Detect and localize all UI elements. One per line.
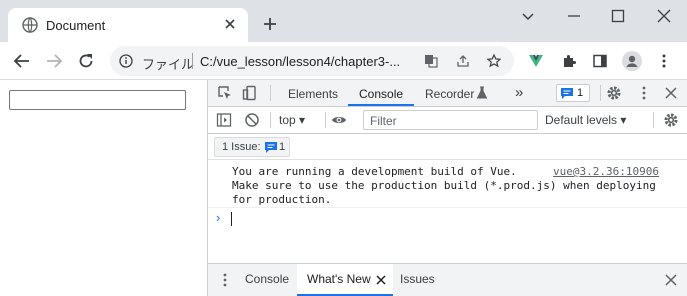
- sidebar-toggle-icon[interactable]: [216, 112, 232, 128]
- context-selector[interactable]: top ▾: [279, 113, 305, 127]
- drawer-tab-whats-new[interactable]: What's New: [297, 264, 393, 296]
- tab-console[interactable]: Console: [359, 87, 403, 101]
- log-source-link[interactable]: vue@3.2.36:10906: [553, 165, 659, 179]
- profile-avatar-icon[interactable]: [622, 51, 642, 71]
- issue-message-icon: [561, 88, 573, 99]
- close-drawer-tab-icon[interactable]: [375, 274, 387, 286]
- tab-title: Document: [46, 18, 106, 33]
- extensions-puzzle-icon[interactable]: [561, 53, 577, 69]
- title-bar: Document: [0, 0, 687, 42]
- maximize-icon[interactable]: [610, 8, 626, 24]
- drawer-tab-issues[interactable]: Issues: [400, 272, 435, 286]
- console-log-entry: You are running a development build of V…: [208, 160, 687, 208]
- console-toolbar: top ▾ Filter Default levels ▾: [208, 107, 687, 134]
- translate-icon[interactable]: [424, 54, 438, 68]
- devtools-tab-bar: Elements Console Recorder » 1: [208, 80, 687, 107]
- drawer-tab-console[interactable]: Console: [245, 272, 289, 286]
- chevron-down-icon[interactable]: [520, 8, 536, 24]
- page-viewport: [0, 80, 207, 296]
- minimize-icon[interactable]: [566, 8, 582, 24]
- issues-bar: 1 Issue: 1: [208, 134, 687, 160]
- text-input[interactable]: [9, 90, 186, 110]
- log-levels-dropdown[interactable]: Default levels ▾: [545, 113, 626, 127]
- prompt-chevron-icon: ›: [216, 210, 221, 225]
- vue-devtools-icon[interactable]: [528, 53, 544, 69]
- live-expression-eye-icon[interactable]: [331, 112, 347, 128]
- log-levels-label: Default levels: [545, 113, 618, 127]
- close-drawer-icon[interactable]: [663, 272, 679, 288]
- issues-button-count: 1: [279, 141, 286, 153]
- filter-input[interactable]: Filter: [363, 110, 538, 130]
- back-icon[interactable]: [13, 52, 31, 70]
- new-tab-icon[interactable]: [262, 16, 278, 32]
- site-label: ファイル: [142, 57, 195, 72]
- drawer-menu-icon[interactable]: [217, 272, 233, 288]
- browser-tab[interactable]: Document: [8, 8, 248, 42]
- settings-gear-icon[interactable]: [606, 85, 622, 101]
- text-caret: [231, 212, 232, 226]
- forward-icon[interactable]: [45, 52, 63, 70]
- issues-button[interactable]: 1 Issue: 1: [214, 137, 290, 157]
- divider: [270, 112, 271, 128]
- divider: [270, 85, 271, 101]
- share-icon[interactable]: [456, 54, 470, 68]
- address-bar[interactable]: ファイル C:/vue_lesson/lesson4/chapter3-...: [110, 46, 514, 76]
- reload-icon[interactable]: [77, 52, 95, 70]
- console-prompt[interactable]: ›: [208, 210, 687, 228]
- close-window-icon[interactable]: [656, 8, 672, 24]
- kebab-menu-icon[interactable]: [656, 53, 672, 69]
- divider: [325, 112, 326, 128]
- console-settings-gear-icon[interactable]: [663, 112, 679, 128]
- filter-placeholder: Filter: [370, 114, 397, 128]
- tab-recorder[interactable]: Recorder: [425, 87, 474, 101]
- device-toolbar-icon[interactable]: [242, 85, 258, 101]
- divider: [653, 112, 654, 128]
- tab-elements[interactable]: Elements: [288, 87, 338, 101]
- issues-count: 1: [577, 87, 584, 99]
- divider: [600, 85, 601, 101]
- bookmark-star-icon[interactable]: [487, 54, 501, 68]
- drawer-tab-whats-new-label: What's New: [307, 272, 371, 286]
- side-panel-icon[interactable]: [592, 53, 608, 69]
- url-text[interactable]: C:/vue_lesson/lesson4/chapter3-...: [200, 54, 400, 69]
- devtools-menu-icon[interactable]: [636, 85, 652, 101]
- issues-counter[interactable]: 1: [556, 84, 590, 102]
- active-tab-indicator: [348, 104, 414, 106]
- clear-console-icon[interactable]: [244, 112, 260, 128]
- devtools-drawer: Console What's New Issues: [208, 263, 687, 296]
- browser-toolbar: ファイル C:/vue_lesson/lesson4/chapter3-...: [0, 42, 687, 80]
- more-tabs-chevron[interactable]: »: [515, 84, 523, 101]
- flask-icon: [476, 86, 488, 99]
- context-value: top: [279, 113, 296, 127]
- globe-icon: [22, 17, 38, 33]
- issues-label: 1 Issue:: [222, 141, 261, 153]
- issue-message-icon: [265, 142, 277, 153]
- info-icon[interactable]: [119, 54, 133, 68]
- divider: [192, 53, 193, 69]
- close-tab-icon[interactable]: [222, 16, 238, 32]
- devtools-panel: Elements Console Recorder » 1 top ▾ Filt…: [207, 80, 687, 296]
- inspect-element-icon[interactable]: [217, 85, 233, 101]
- close-devtools-icon[interactable]: [663, 85, 679, 101]
